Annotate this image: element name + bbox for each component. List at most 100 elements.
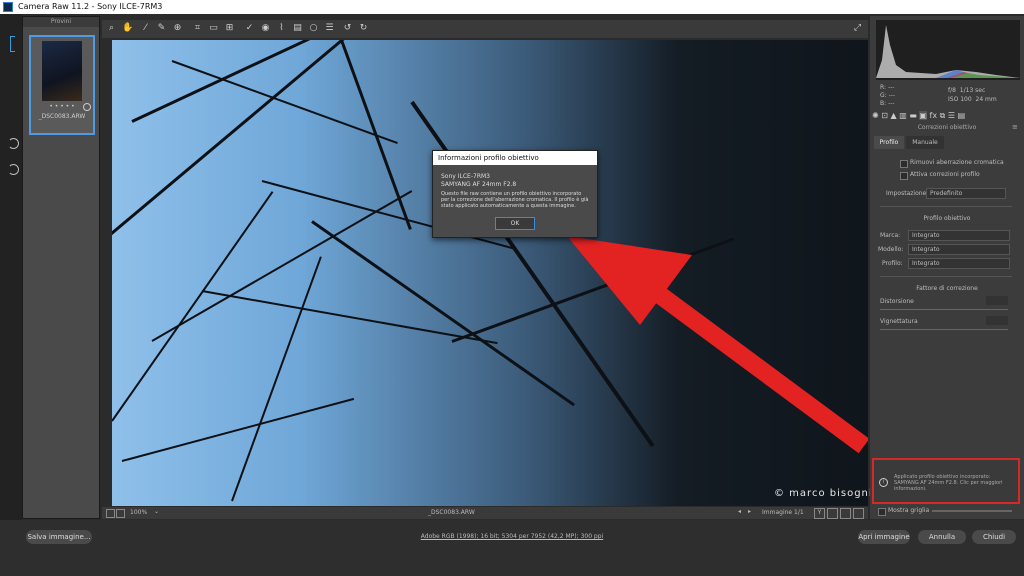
exif-readout: f/8 1/13 sec ISO 100 24 mm bbox=[948, 86, 997, 104]
filmstrip-item-selected[interactable]: • • • • • _DSC0083.ARW bbox=[29, 35, 95, 135]
tab-manuale[interactable]: Manuale bbox=[906, 136, 944, 149]
target-adjust-icon[interactable]: ⊕ bbox=[172, 23, 183, 34]
window-titlebar: Camera Raw 11.2 - Sony ILCE-7RM3 bbox=[0, 0, 1024, 14]
panel-tabs-row: ✺ ⊡ ▲ ▥ ▬ ▣ fx ⧉ ☰ ▤ bbox=[872, 110, 1022, 122]
model-dropdown[interactable]: Integrato bbox=[908, 244, 1010, 255]
preview-footer: 100% ⌄ _DSC0083.ARW ◂ ▸ Immagine 1/1 Y bbox=[102, 507, 868, 519]
rotate-cw-icon[interactable]: ↻ bbox=[358, 23, 369, 34]
divider bbox=[880, 276, 1012, 277]
model-label: Modello: bbox=[878, 246, 904, 253]
setting-dropdown[interactable]: Predefinito bbox=[926, 188, 1006, 199]
crop-icon[interactable]: ⌗ bbox=[192, 23, 203, 34]
dialog-body: Questo file raw contiene un profilo obie… bbox=[441, 191, 589, 209]
graduated-filter-icon[interactable]: ▤ bbox=[292, 23, 303, 34]
swap-settings-icon[interactable] bbox=[840, 508, 851, 519]
adjustment-brush-icon[interactable]: ⌇ bbox=[276, 23, 287, 34]
zoom-level[interactable]: 100% bbox=[130, 509, 147, 516]
r-label: R: bbox=[880, 84, 887, 91]
white-balance-icon[interactable]: ⁄ bbox=[140, 23, 151, 34]
distortion-slider[interactable] bbox=[880, 309, 1008, 310]
zoom-out-icon[interactable] bbox=[106, 509, 115, 518]
red-eye-icon[interactable]: ◉ bbox=[260, 23, 271, 34]
spot-removal-icon[interactable]: ✓ bbox=[244, 23, 255, 34]
make-value: Integrato bbox=[912, 232, 940, 239]
snapshots-icon[interactable]: ▤ bbox=[958, 111, 966, 120]
rgb-readout: R: --- G: --- B: --- bbox=[880, 84, 895, 108]
close-button[interactable]: Chiudi bbox=[972, 530, 1016, 544]
make-dropdown[interactable]: Integrato bbox=[908, 230, 1010, 241]
preferences-icon[interactable]: ☰ bbox=[324, 23, 335, 34]
image-counter: Immagine 1/1 bbox=[762, 509, 804, 516]
b-label: B: bbox=[880, 100, 887, 107]
split-toning-icon[interactable]: ▬ bbox=[909, 111, 917, 120]
dialog-lens: SAMYANG AF 24mm F2.8 bbox=[441, 181, 517, 188]
fullscreen-icon[interactable]: ⤢ bbox=[852, 23, 863, 34]
zoom-in-icon[interactable] bbox=[116, 509, 125, 518]
rotate-ccw-icon[interactable]: ↺ bbox=[342, 23, 353, 34]
g-label: G: bbox=[880, 92, 887, 99]
show-grid-checkbox[interactable] bbox=[878, 508, 886, 516]
b-value: --- bbox=[888, 100, 895, 107]
detail-icon[interactable]: ▲ bbox=[891, 111, 897, 120]
image-preview[interactable] bbox=[112, 40, 868, 506]
color-sampler-icon[interactable]: ✎ bbox=[156, 23, 167, 34]
info-text: Applicato profilo obiettivo incorporato:… bbox=[894, 474, 1003, 492]
filmstrip-panel: Provini • • • • • _DSC0083.ARW bbox=[22, 16, 100, 519]
setting-label: Impostazione: bbox=[886, 190, 929, 197]
iso: ISO 100 bbox=[948, 96, 972, 103]
presets-icon[interactable]: ☰ bbox=[948, 111, 955, 120]
show-grid-label: Mostra griglia bbox=[888, 507, 930, 514]
distortion-value-field[interactable] bbox=[986, 296, 1008, 305]
divider bbox=[880, 206, 1012, 207]
vignetting-slider[interactable] bbox=[880, 329, 1008, 330]
profile-info-message[interactable]: i Applicato profilo obiettivo incorporat… bbox=[872, 458, 1020, 504]
window-title: Camera Raw 11.2 - Sony ILCE-7RM3 bbox=[18, 2, 163, 11]
zoom-dropdown-icon[interactable]: ⌄ bbox=[154, 508, 159, 515]
tab-profilo[interactable]: Profilo bbox=[874, 136, 904, 149]
shutter: 1/13 sec bbox=[959, 87, 986, 94]
panel-title: Correzioni obiettivo bbox=[917, 124, 977, 131]
enable-profile-label: Attiva correzioni profilo bbox=[910, 171, 980, 178]
lens-corrections-icon[interactable]: ▣ bbox=[919, 111, 927, 120]
bottom-bar: Salva immagine... Adobe RGB (1998); 16 b… bbox=[0, 520, 1024, 576]
dialog-title: Informazioni profilo obiettivo bbox=[433, 151, 597, 165]
thumbnail-filename: _DSC0083.ARW bbox=[38, 113, 86, 120]
host-app-gutter bbox=[0, 14, 22, 576]
aperture: f/8 bbox=[948, 87, 956, 94]
enable-profile-checkbox[interactable] bbox=[900, 172, 908, 180]
toggle-settings-icon[interactable] bbox=[853, 508, 864, 519]
next-image-icon[interactable]: ▸ bbox=[748, 508, 751, 515]
open-image-button[interactable]: Apri immagine bbox=[858, 530, 910, 544]
panel-menu-icon[interactable]: ≡ bbox=[1012, 123, 1018, 131]
tools-toolbar: ⌕ ✋ ⁄ ✎ ⊕ ⌗ ▭ ⊞ ✓ ◉ ⌇ ▤ ○ ☰ ↺ ↻ ⤢ bbox=[102, 20, 868, 38]
profile-dropdown[interactable]: Integrato bbox=[908, 258, 1010, 269]
remove-ca-checkbox[interactable] bbox=[900, 160, 908, 168]
hand-icon[interactable]: ✋ bbox=[122, 23, 133, 34]
hsl-icon[interactable]: ▥ bbox=[899, 111, 907, 120]
view-mode-icon[interactable]: Y bbox=[814, 508, 825, 519]
effects-icon[interactable]: fx bbox=[930, 111, 938, 120]
zoom-icon[interactable]: ⌕ bbox=[106, 23, 117, 34]
tone-curve-icon[interactable]: ⊡ bbox=[881, 111, 888, 120]
setting-value: Predefinito bbox=[930, 190, 963, 197]
save-image-button[interactable]: Salva immagine... bbox=[26, 530, 92, 544]
straighten-icon[interactable]: ▭ bbox=[208, 23, 219, 34]
radial-filter-icon[interactable]: ○ bbox=[308, 23, 319, 34]
correction-section-title: Fattore di correzione bbox=[916, 285, 978, 292]
lens-profile-dialog: Informazioni profilo obiettivo Sony ILCE… bbox=[432, 150, 598, 238]
before-after-icon[interactable] bbox=[827, 508, 838, 519]
ok-button[interactable]: OK bbox=[495, 217, 535, 230]
workflow-options-link[interactable]: Adobe RGB (1998); 16 bit; 5304 per 7952 … bbox=[412, 533, 612, 540]
grid-size-slider[interactable] bbox=[932, 510, 1012, 512]
vignetting-value-field[interactable] bbox=[986, 316, 1008, 325]
calibration-icon[interactable]: ⧉ bbox=[940, 111, 946, 120]
host-tool-highlight bbox=[10, 36, 15, 52]
thumbnail-image[interactable] bbox=[42, 41, 82, 101]
cancel-button[interactable]: Annulla bbox=[918, 530, 966, 544]
transform-icon[interactable]: ⊞ bbox=[224, 23, 235, 34]
camera-raw-app-icon bbox=[3, 2, 13, 12]
histogram bbox=[876, 20, 1020, 80]
prev-image-icon[interactable]: ◂ bbox=[738, 508, 741, 515]
vignetting-label: Vignettatura bbox=[880, 318, 918, 325]
basic-panel-icon[interactable]: ✺ bbox=[872, 111, 879, 120]
